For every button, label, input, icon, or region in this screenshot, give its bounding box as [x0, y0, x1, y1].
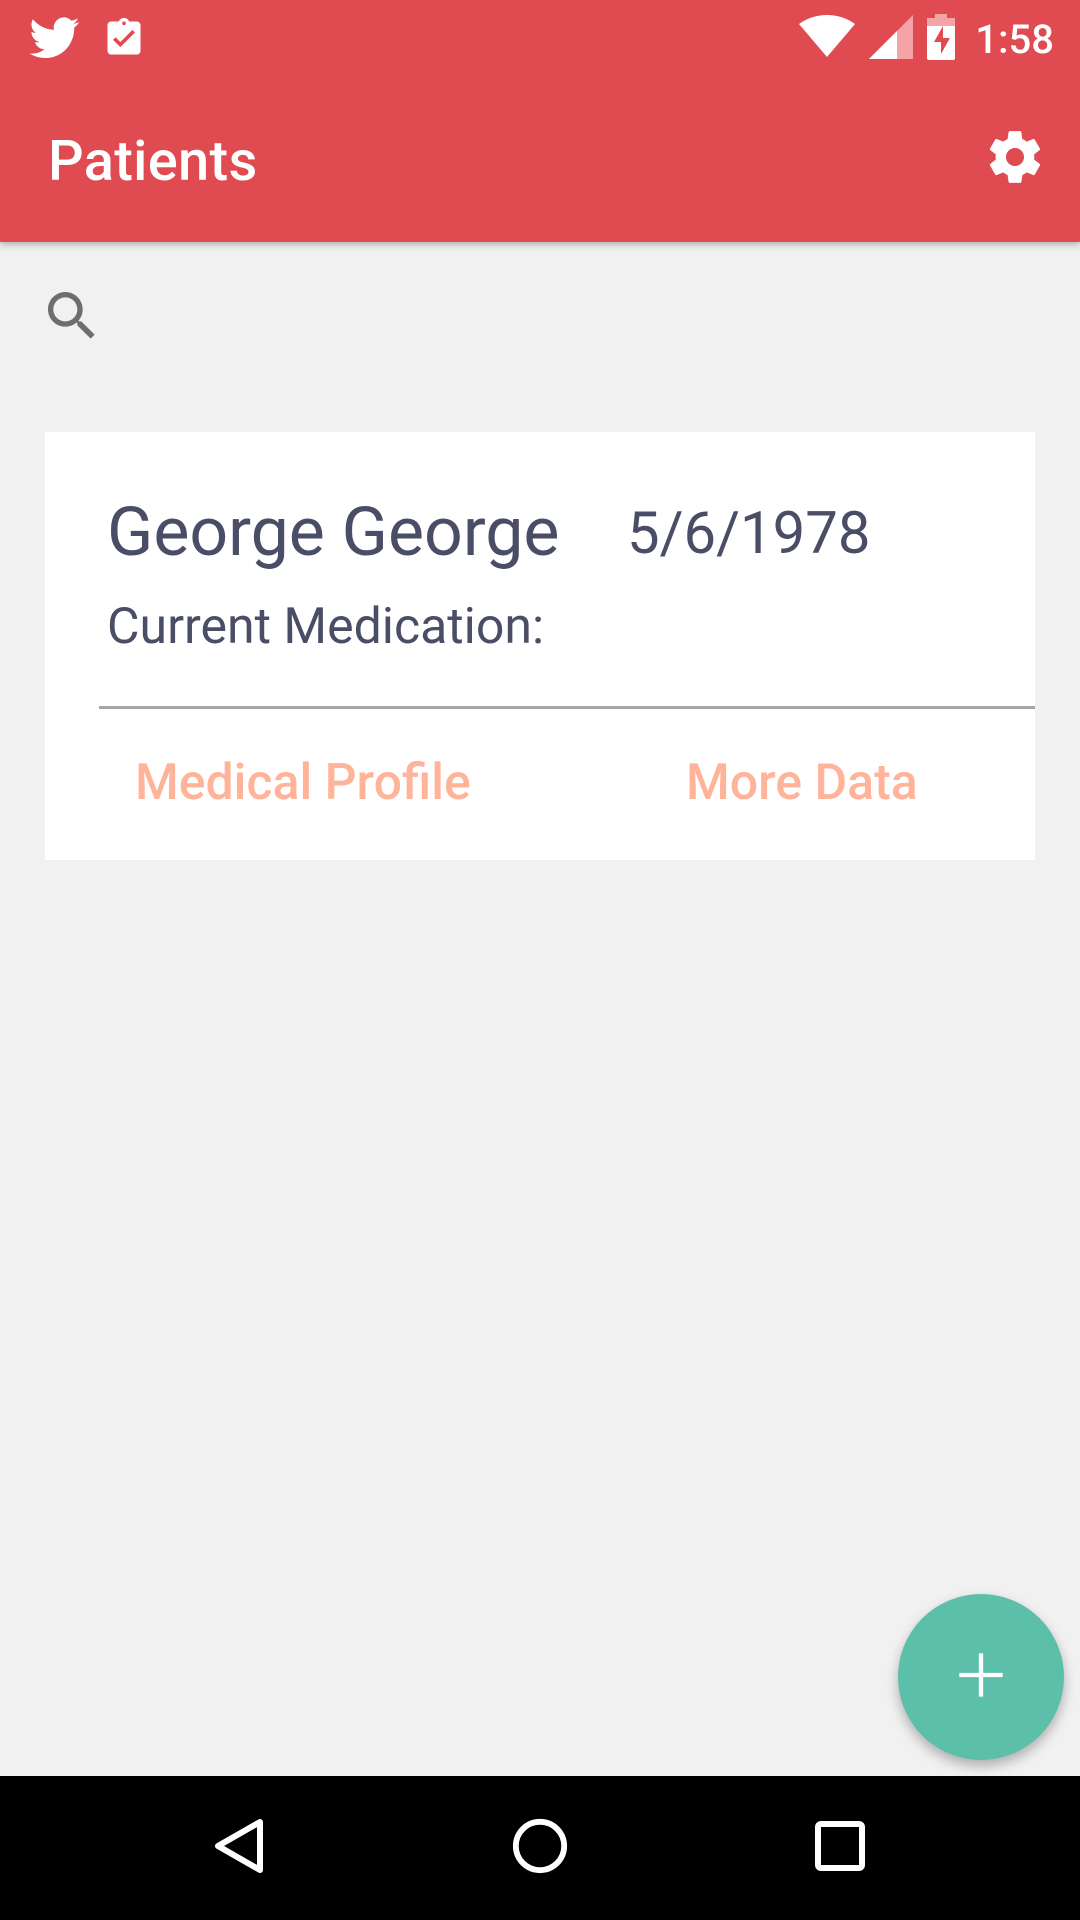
current-medication-label: Current Medication: — [107, 598, 545, 656]
plus-icon — [955, 1649, 1007, 1705]
twitter-icon — [29, 17, 80, 63]
clipboard-check-icon — [102, 16, 146, 64]
status-bar-notifications — [29, 16, 146, 64]
status-bar-system: 1:58 — [799, 14, 1054, 64]
patient-name: George George — [107, 492, 560, 572]
settings-button[interactable] — [980, 124, 1050, 194]
gear-icon — [984, 126, 1046, 192]
card-divider — [99, 706, 1035, 709]
home-button[interactable] — [502, 1810, 578, 1886]
recents-button[interactable] — [802, 1810, 878, 1886]
battery-charging-icon — [927, 14, 956, 64]
status-time: 1:58 — [975, 15, 1054, 63]
app-bar: 1:58 Patients — [0, 0, 1080, 242]
more-data-button[interactable]: More Data — [686, 754, 918, 812]
screen: 1:58 Patients George George 5/6/1978 Cur… — [0, 0, 1080, 1920]
home-icon — [511, 1817, 569, 1879]
navigation-bar — [0, 1776, 1080, 1920]
search-icon — [40, 292, 104, 352]
page-title: Patients — [48, 128, 258, 194]
status-bar: 1:58 — [0, 0, 1080, 78]
wifi-icon — [799, 15, 856, 63]
cell-signal-icon — [869, 15, 914, 63]
medical-profile-button[interactable]: Medical Profile — [135, 754, 471, 812]
add-patient-button[interactable] — [898, 1594, 1064, 1760]
back-button[interactable] — [202, 1810, 278, 1886]
toolbar: Patients — [0, 78, 1080, 242]
patient-dob: 5/6/1978 — [627, 500, 871, 568]
search-button[interactable] — [40, 284, 104, 348]
back-icon — [210, 1816, 270, 1880]
patient-card[interactable]: George George 5/6/1978 Current Medicatio… — [45, 432, 1035, 860]
recents-icon — [814, 1820, 866, 1876]
